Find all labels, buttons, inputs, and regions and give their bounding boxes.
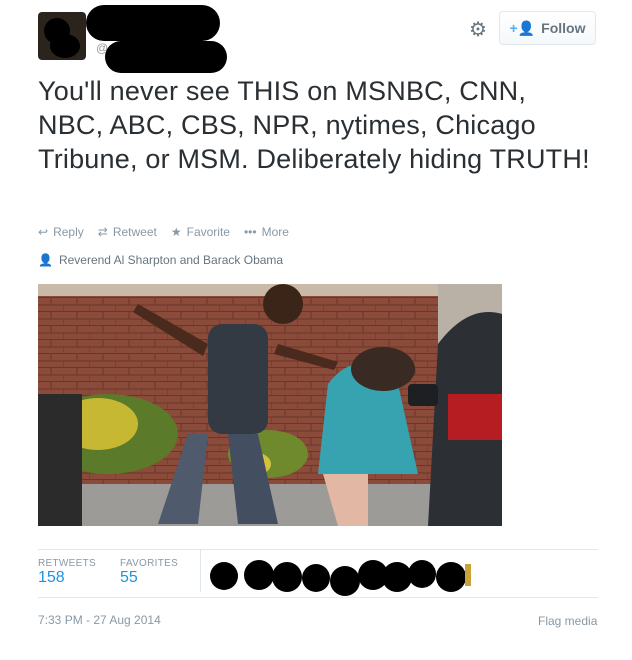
retweets-count: 158 bbox=[38, 569, 65, 586]
flag-media-link[interactable]: Flag media bbox=[538, 614, 597, 628]
reply-icon: ↩ bbox=[38, 225, 49, 239]
follow-button[interactable]: +👤 Follow bbox=[499, 11, 596, 45]
photo-illustration bbox=[38, 284, 502, 526]
avatar bbox=[272, 562, 302, 592]
favorites-label: FAVORITES bbox=[120, 558, 179, 569]
star-icon: ★ bbox=[170, 225, 182, 239]
tweet-timestamp: 7:33 PM - 27 Aug 2014 bbox=[38, 613, 161, 627]
favoriter-avatars[interactable] bbox=[210, 558, 480, 596]
divider bbox=[38, 549, 598, 550]
redaction-mark bbox=[50, 34, 80, 58]
divider bbox=[38, 597, 598, 598]
tweet-text: You'll never see THIS on MSNBC, CNN, NBC… bbox=[38, 76, 590, 174]
favorite-button[interactable]: ★ Favorite bbox=[171, 225, 230, 239]
avatar-edge bbox=[465, 564, 471, 586]
follow-label: Follow bbox=[541, 20, 586, 36]
more-icon: ••• bbox=[243, 225, 257, 239]
person-icon: 👤 bbox=[38, 253, 53, 267]
avatar bbox=[210, 562, 238, 590]
retweets-stat[interactable]: RETWEETS 158 bbox=[38, 558, 96, 587]
avatar bbox=[330, 566, 360, 596]
add-user-icon: +👤 bbox=[509, 19, 536, 36]
avatar bbox=[244, 560, 274, 590]
retweet-icon: ⇄ bbox=[97, 225, 108, 239]
retweet-button[interactable]: ⇄ Retweet bbox=[98, 225, 157, 239]
more-label: More bbox=[261, 225, 289, 239]
favorites-stat[interactable]: FAVORITES 55 bbox=[120, 558, 178, 587]
stats-separator bbox=[200, 550, 201, 592]
photo-tags[interactable]: 👤 Reverend Al Sharpton and Barack Obama bbox=[38, 253, 283, 267]
retweet-label: Retweet bbox=[112, 225, 157, 239]
retweets-label: RETWEETS bbox=[38, 558, 96, 569]
more-button[interactable]: ••• More bbox=[244, 225, 289, 239]
avatar bbox=[408, 560, 436, 588]
favorites-count: 55 bbox=[120, 569, 138, 586]
avatar bbox=[436, 562, 466, 592]
reply-button[interactable]: ↩ Reply bbox=[38, 225, 84, 239]
tweet-actions: ↩ Reply ⇄ Retweet ★ Favorite ••• More bbox=[38, 225, 289, 239]
gear-icon[interactable]: ⚙ bbox=[466, 18, 490, 42]
handle-prefix: @ bbox=[96, 41, 109, 55]
avatar[interactable] bbox=[38, 12, 86, 60]
tweet-photo[interactable] bbox=[38, 284, 502, 526]
photo-tags-label: Reverend Al Sharpton and Barack Obama bbox=[58, 253, 284, 267]
favorite-label: Favorite bbox=[186, 225, 230, 239]
avatar bbox=[302, 564, 330, 592]
redacted-display-name bbox=[86, 5, 220, 41]
reply-label: Reply bbox=[53, 225, 84, 239]
redacted-handle bbox=[105, 41, 227, 73]
